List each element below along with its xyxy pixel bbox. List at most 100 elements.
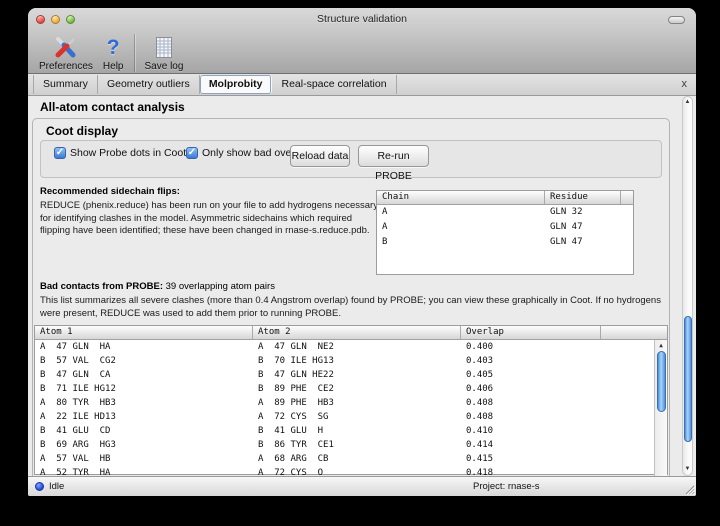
column-header-chain[interactable]: Chain	[377, 191, 545, 204]
table-row[interactable]: A 80 TYR HB3 A 89 PHE HB3 0.408	[35, 396, 667, 410]
table-row[interactable]: A 22 ILE HD13 A 72 CYS SG 0.408	[35, 410, 667, 424]
overlap-cell: 0.400	[461, 340, 601, 354]
reload-data-button[interactable]: Reload data	[290, 145, 350, 167]
scroll-down-icon[interactable]: ▼	[683, 465, 692, 474]
toolbar-toggle-button[interactable]	[668, 16, 685, 24]
close-window-button[interactable]	[36, 15, 45, 24]
atom2-cell: B 86 TYR CE1	[253, 438, 461, 452]
rerun-probe-button[interactable]: Re-run PROBE	[358, 145, 429, 167]
tab-real-space-correlation[interactable]: Real-space correlation	[272, 75, 396, 94]
molprobity-panel: All-atom contact analysis Coot display ✓…	[28, 96, 680, 477]
table-row[interactable]: B GLN 47	[377, 235, 633, 250]
chain-cell: B	[377, 235, 545, 250]
atom1-cell: A 22 ILE HD13	[35, 410, 253, 424]
tab-summary[interactable]: Summary	[33, 75, 98, 94]
atom2-cell: A 72 CYS SG	[253, 410, 461, 424]
overlap-cell: 0.410	[461, 424, 601, 438]
atom2-cell: B 70 ILE HG13	[253, 354, 461, 368]
project-label: Project: rnase-s	[473, 481, 540, 492]
minimize-window-button[interactable]	[51, 15, 60, 24]
atom1-cell: A 57 VAL HB	[35, 452, 253, 466]
tab-geometry-outliers[interactable]: Geometry outliers	[98, 75, 200, 94]
show-probe-dots-label: Show Probe dots in Coot	[70, 147, 186, 159]
sidechain-flips-description: REDUCE (phenix.reduce) has been run on y…	[40, 200, 378, 238]
tab-bar: Summary Geometry outliers Molprobity Rea…	[28, 74, 696, 96]
atom2-cell: A 47 GLN NE2	[253, 340, 461, 354]
page-title: All-atom contact analysis	[40, 100, 185, 114]
residue-cell: GLN 47	[545, 235, 583, 250]
overlap-cell: 0.403	[461, 354, 601, 368]
titlebar[interactable]: Structure validation	[28, 8, 696, 30]
column-header-blank	[601, 326, 667, 339]
close-icon[interactable]: x	[682, 77, 688, 91]
atom2-cell: B 89 PHE CE2	[253, 382, 461, 396]
table-row[interactable]: B 71 ILE HG12 B 89 PHE CE2 0.406	[35, 382, 667, 396]
preferences-button[interactable]: Preferences	[34, 33, 98, 72]
atom1-cell: B 47 GLN CA	[35, 368, 253, 382]
checkbox-checked-icon[interactable]: ✓	[54, 147, 66, 159]
scroll-up-icon[interactable]: ▲	[655, 341, 667, 350]
coot-controls-box	[40, 140, 662, 178]
help-button[interactable]: ? Help	[98, 33, 129, 72]
help-label: Help	[103, 61, 124, 72]
column-header-atom1[interactable]: Atom 1	[35, 326, 253, 339]
atom2-cell: B 47 GLN HE22	[253, 368, 461, 382]
help-icon: ?	[107, 33, 120, 60]
residue-cell: GLN 32	[545, 205, 583, 220]
table-row[interactable]: A 57 VAL HB A 68 ARG CB 0.415	[35, 452, 667, 466]
flips-table-header: Chain Residue	[377, 191, 633, 205]
sidechain-flips-heading: Recommended sidechain flips:	[40, 186, 180, 197]
window-chrome: Structure validation Preferences ? Help	[28, 8, 696, 74]
spreadsheet-icon	[154, 33, 174, 60]
status-led-icon	[35, 482, 44, 491]
preferences-label: Preferences	[39, 61, 93, 72]
bad-contacts-heading: Bad contacts from PROBE: 39 overlapping …	[40, 281, 275, 292]
atom1-cell: B 57 VAL CG2	[35, 354, 253, 368]
resize-grip[interactable]	[683, 483, 695, 495]
column-header-atom2[interactable]: Atom 2	[253, 326, 461, 339]
overlap-cell: 0.414	[461, 438, 601, 452]
table-row[interactable]: B 69 ARG HG3 B 86 TYR CE1 0.414	[35, 438, 667, 452]
chain-cell: A	[377, 220, 545, 235]
overlap-cell: 0.405	[461, 368, 601, 382]
sidechain-flips-table[interactable]: Chain Residue A GLN 32 A GLN 47 B GLN 47	[376, 190, 634, 275]
main-scrollbar[interactable]: ▲ ▼	[682, 96, 693, 476]
bad-contacts-description: This list summarizes all severe clashes …	[40, 295, 674, 320]
window-title: Structure validation	[28, 8, 696, 30]
toolbar: Preferences ? Help	[34, 30, 188, 74]
zoom-window-button[interactable]	[66, 15, 75, 24]
column-header-residue[interactable]: Residue	[545, 191, 621, 204]
traffic-lights	[36, 15, 75, 24]
table-scrollbar[interactable]: ▲	[654, 340, 667, 477]
atom2-cell: B 41 GLU H	[253, 424, 461, 438]
structure-validation-window: Structure validation Preferences ? Help	[28, 8, 696, 496]
overlap-cell: 0.408	[461, 410, 601, 424]
main-scrollbar-thumb[interactable]	[684, 316, 692, 442]
table-row[interactable]: A 47 GLN HA A 47 GLN NE2 0.400	[35, 340, 667, 354]
status-text: Idle	[49, 481, 64, 492]
table-row[interactable]: A GLN 32	[377, 205, 633, 220]
atom1-cell: B 69 ARG HG3	[35, 438, 253, 452]
column-header-overlap[interactable]: Overlap	[461, 326, 601, 339]
atom1-cell: A 80 TYR HB3	[35, 396, 253, 410]
residue-cell: GLN 47	[545, 220, 583, 235]
show-probe-dots-checkbox[interactable]: ✓ Show Probe dots in Coot	[54, 147, 186, 159]
checkbox-checked-icon[interactable]: ✓	[186, 147, 198, 159]
table-row[interactable]: B 47 GLN CA B 47 GLN HE22 0.405	[35, 368, 667, 382]
table-scrollbar-thumb[interactable]	[657, 351, 666, 412]
tools-icon	[53, 33, 79, 60]
atom1-cell: B 41 GLU CD	[35, 424, 253, 438]
contacts-table-header: Atom 1 Atom 2 Overlap	[35, 326, 667, 340]
bad-contacts-table[interactable]: Atom 1 Atom 2 Overlap A 47 GLN HA A 47 G…	[34, 325, 668, 475]
table-row[interactable]: B 41 GLU CD B 41 GLU H 0.410	[35, 424, 667, 438]
tab-molprobity[interactable]: Molprobity	[200, 75, 273, 94]
bad-contacts-title: Bad contacts from PROBE:	[40, 281, 163, 292]
table-row[interactable]: B 57 VAL CG2 B 70 ILE HG13 0.403	[35, 354, 667, 368]
coot-display-heading: Coot display	[46, 124, 118, 138]
atom1-cell: B 71 ILE HG12	[35, 382, 253, 396]
scroll-up-icon[interactable]: ▲	[683, 98, 692, 107]
overlap-cell: 0.415	[461, 452, 601, 466]
table-row[interactable]: A GLN 47	[377, 220, 633, 235]
save-log-button[interactable]: Save log	[140, 33, 189, 72]
status-bar: Idle Project: rnase-s	[28, 476, 696, 496]
